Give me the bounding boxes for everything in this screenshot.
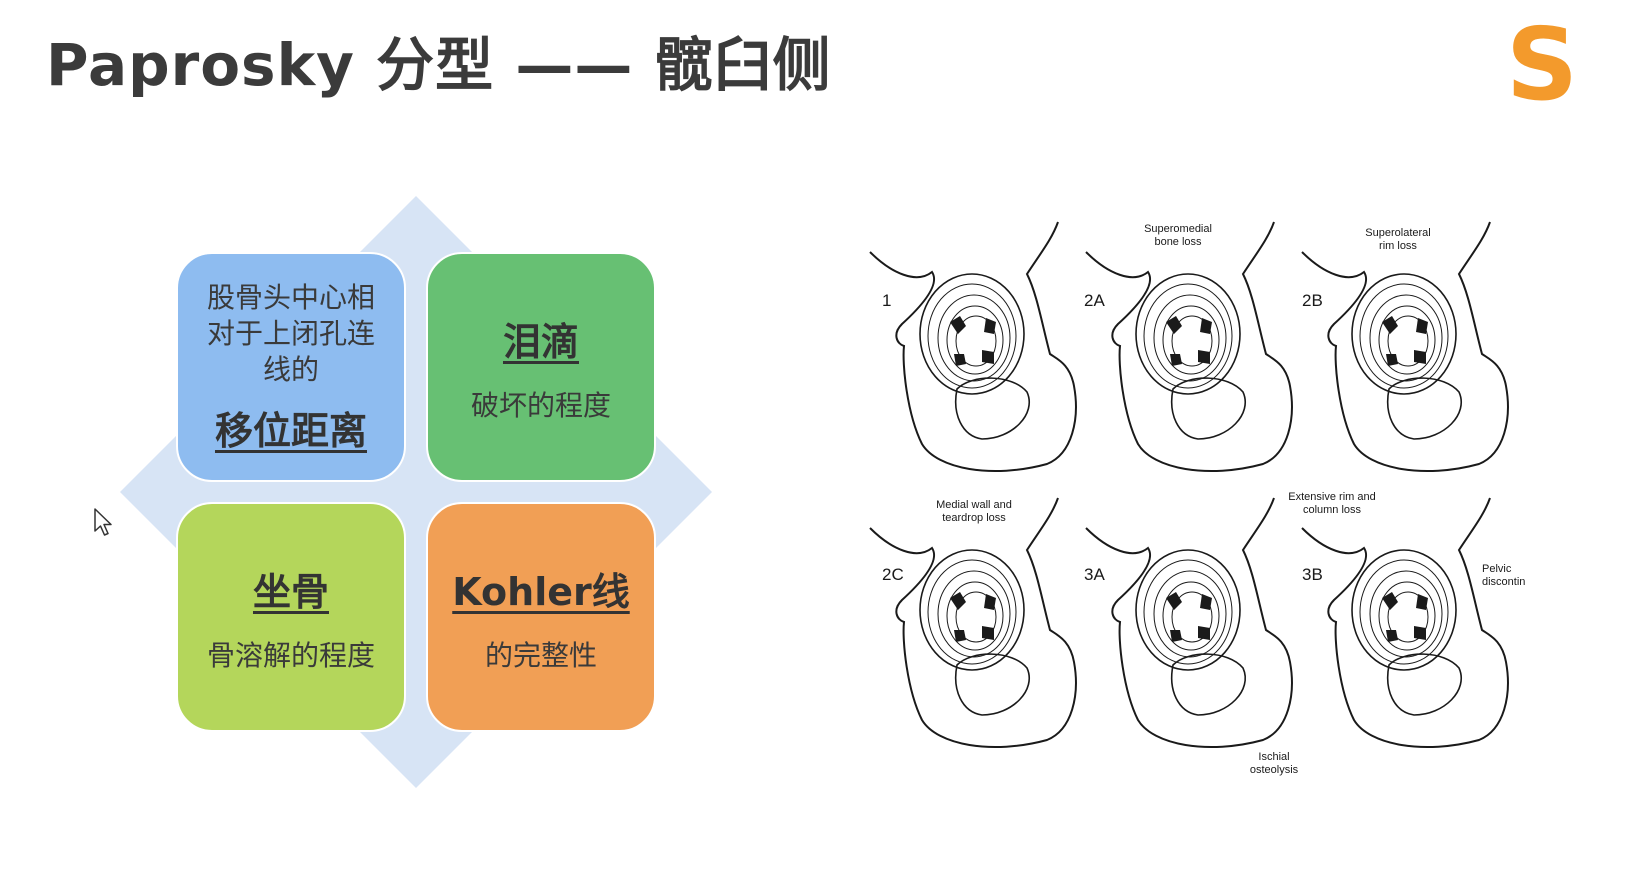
figure-annotation: column loss <box>1303 504 1362 516</box>
figure-panel-2c: 2C Medial wall andteardrop loss <box>869 497 1077 749</box>
tile-kohler-key: Kohler线 <box>452 569 630 614</box>
figure-annotation: Extensive rim and <box>1288 491 1375 503</box>
figure-panel-3b: 3B Pelvicdiscontinuity <box>1301 497 1526 749</box>
figure-annotation-ischial: Ischial <box>1258 751 1289 763</box>
tile-ischium-desc: 骨溶解的程度 <box>206 638 375 672</box>
brand-logo: S <box>1506 6 1579 123</box>
figure-annotation: Medial wall and <box>936 499 1012 511</box>
figure-panel-label: 1 <box>882 291 891 310</box>
figure-panel-label: 2A <box>1084 291 1105 310</box>
acetabulum-drawings: 1 2A Superomedialbone loss 2B Superolateralr… <box>869 221 1526 776</box>
tile-displacement-desc: 股骨头中心相对于上闭孔连线的 <box>206 280 375 386</box>
figure-panel-label: 3A <box>1084 565 1105 584</box>
figure-panel-label: 3B <box>1302 565 1323 584</box>
tile-teardrop-desc: 破坏的程度 <box>470 388 611 422</box>
paprosky-classification-figure: 1 2A Superomedial bone loss 2B Superolateral r… <box>862 208 1526 780</box>
tile-teardrop-key: 泪滴 <box>502 319 579 364</box>
figure-panel-label: 2C <box>882 565 904 584</box>
figure-annotation: rim loss <box>1379 240 1417 252</box>
tile-kohler-desc: 的完整性 <box>484 638 597 672</box>
figure-annotation: discontinuity <box>1482 576 1526 588</box>
figure-annotation: bone loss <box>1154 236 1202 248</box>
figure-panel-label: 2B <box>1302 291 1323 310</box>
figure-annotation: Superomedial <box>1144 223 1212 235</box>
figure-panel-1: 1 <box>869 221 1077 473</box>
tile-kohler: Kohler线 的完整性 <box>426 502 656 732</box>
figure-annotation-ischial: osteolysis <box>1250 764 1299 776</box>
figure-panel-2b: 2B Superolateralrim loss <box>1301 221 1509 473</box>
tile-displacement: 股骨头中心相对于上闭孔连线的 移位距离 <box>176 252 406 482</box>
tile-displacement-key: 移位距离 <box>214 408 367 453</box>
figure-panel-2a: 2A Superomedialbone loss <box>1084 221 1293 473</box>
tile-teardrop: 泪滴 破坏的程度 <box>426 252 656 482</box>
tile-ischium: 坐骨 骨溶解的程度 <box>176 502 406 732</box>
slide-title: Paprosky 分型 —— 髋臼侧 <box>46 31 832 99</box>
figure-annotation: teardrop loss <box>942 512 1006 524</box>
tile-ischium-key: 坐骨 <box>252 569 329 614</box>
figure-annotation: Superolateral <box>1365 227 1430 239</box>
figure-annotation: Pelvic <box>1482 563 1512 575</box>
arrow-cursor-icon <box>93 507 113 541</box>
